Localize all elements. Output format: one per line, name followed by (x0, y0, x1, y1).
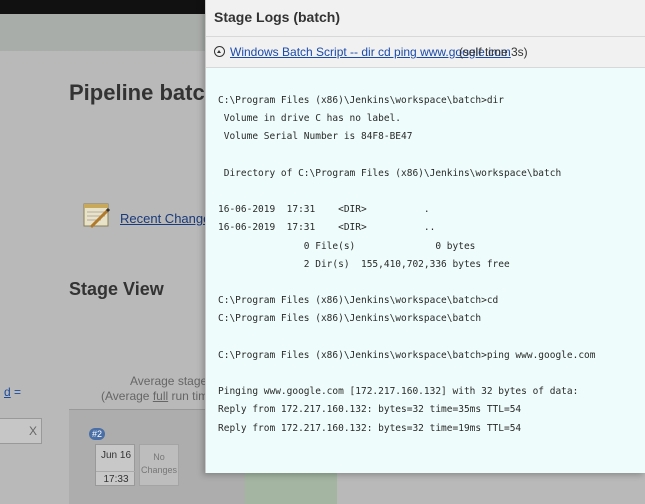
average-stage-label: Average stage (130, 374, 208, 388)
build-filter-input[interactable]: X (0, 418, 42, 444)
log-line: 16-06-2019 17:31 <DIR> . (218, 204, 430, 216)
clear-filter-icon[interactable]: X (29, 424, 37, 438)
dialog-header: Stage Logs (batch) (206, 0, 645, 37)
log-line: Volume in drive C has no label. (218, 113, 402, 125)
page-title: Pipeline batch (69, 80, 219, 105)
log-line: C:\Program Files (x86)\Jenkins\workspace… (218, 349, 596, 361)
build-date-card: Jun 16 17:33 (95, 444, 136, 486)
console-log-output: C:\Program Files (x86)\Jenkins\workspace… (206, 68, 645, 473)
step-self-time: (self time 3s) (459, 45, 528, 59)
collapse-toggle-icon[interactable] (214, 46, 225, 57)
log-line: Pinging www.google.com [172.217.160.132]… (218, 386, 579, 398)
build-time: 17:33 (96, 471, 136, 485)
stage-view-heading: Stage View (69, 279, 164, 299)
log-line: 2 Dir(s) 155,410,702,336 bytes free (218, 258, 510, 270)
log-line: Directory of C:\Program Files (x86)\Jenk… (218, 167, 562, 179)
left-panel-link[interactable]: d = (4, 385, 21, 399)
top-navbar (0, 0, 210, 14)
dialog-title: Stage Logs (batch) (214, 9, 341, 25)
log-line: Reply from 172.217.160.132: bytes=32 tim… (218, 404, 522, 416)
build-row[interactable]: #2 Jun 16 17:33 No Changes (81, 422, 179, 486)
header-band (0, 14, 210, 51)
log-line: C:\Program Files (x86)\Jenkins\workspace… (218, 95, 504, 106)
build-number-badge[interactable]: #2 (89, 428, 105, 440)
no-changes-badge: No Changes (139, 444, 179, 486)
log-line: 0 File(s) 0 bytes (218, 240, 476, 252)
recent-changes-link[interactable]: Recent Changes (120, 211, 217, 226)
full-run-time-link[interactable]: full (153, 389, 168, 403)
stage-logs-dialog: Stage Logs (batch) Windows Batch Script … (205, 0, 645, 473)
build-date: Jun 16 (100, 450, 132, 461)
log-line: C:\Program Files (x86)\Jenkins\workspace… (218, 295, 499, 307)
log-line: Volume Serial Number is 84F8-BE47 (218, 131, 413, 143)
step-row: Windows Batch Script -- dir cd ping www.… (206, 37, 645, 68)
notepad-icon (83, 203, 111, 229)
log-line: 16-06-2019 17:31 <DIR> .. (218, 222, 436, 234)
log-line: Reply from 172.217.160.132: bytes=32 tim… (218, 422, 522, 434)
log-line: C:\Program Files (x86)\Jenkins\workspace… (218, 313, 482, 325)
average-run-time-label: (Average full run time (101, 389, 215, 403)
